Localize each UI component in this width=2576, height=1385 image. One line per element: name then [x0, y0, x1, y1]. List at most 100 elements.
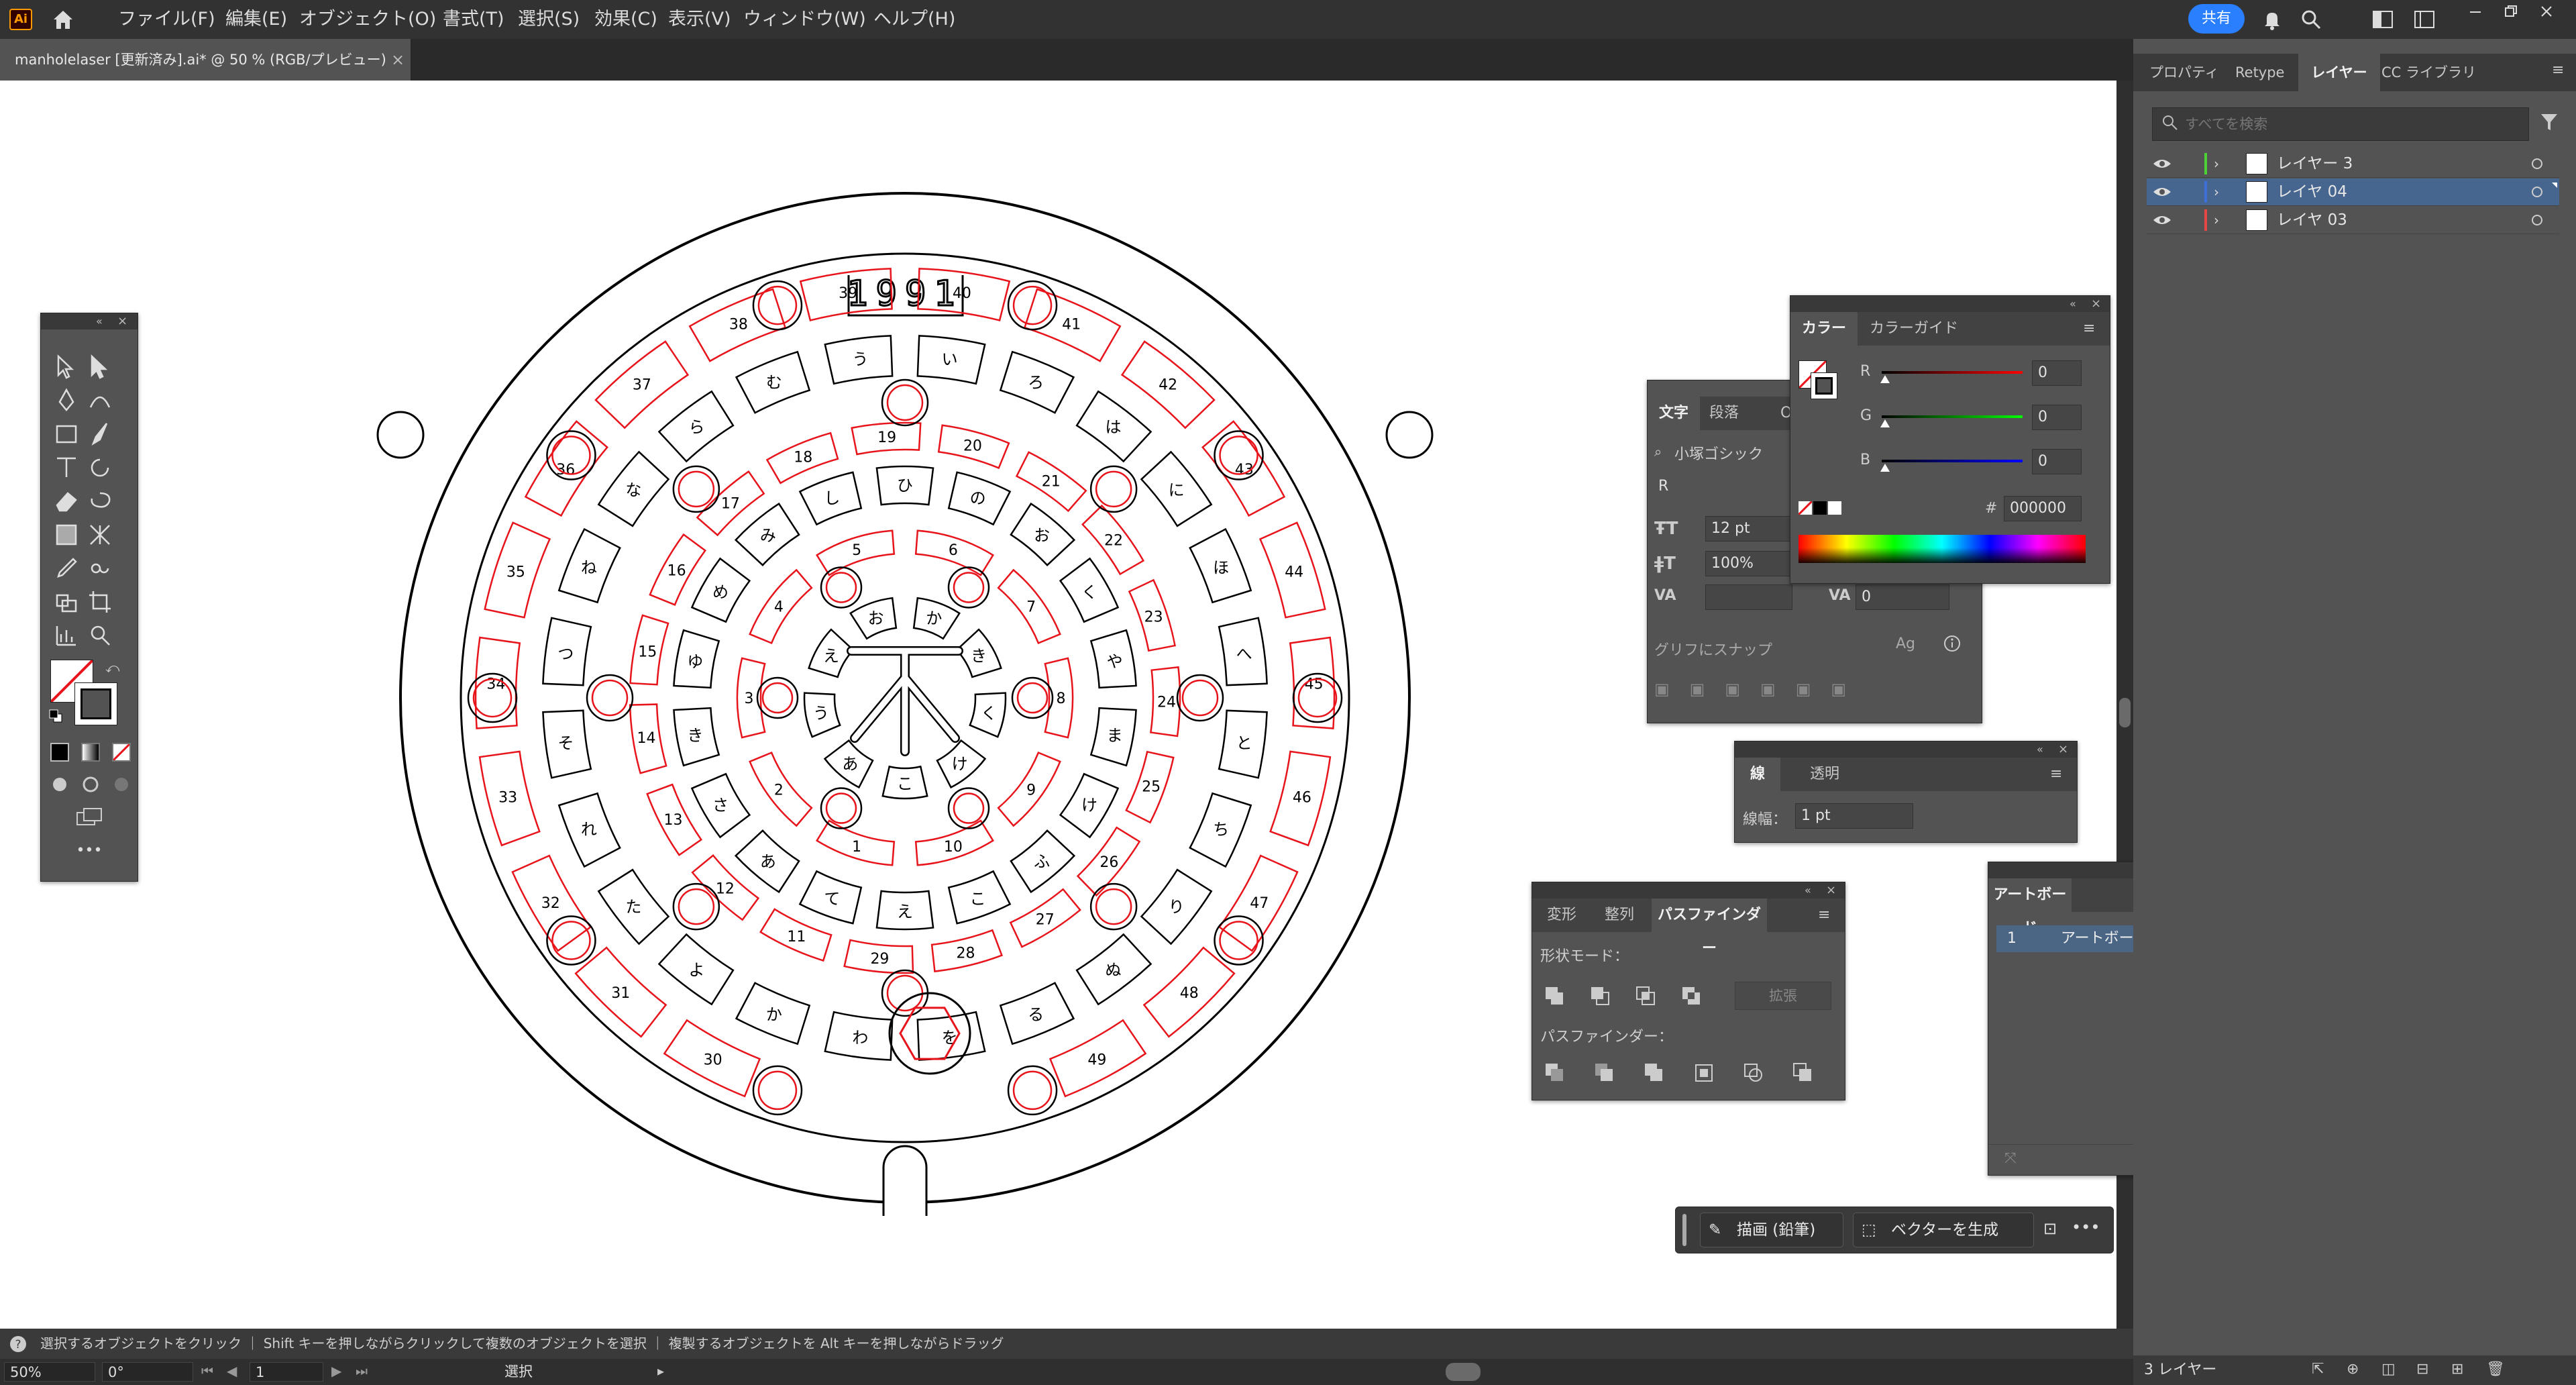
- share-button[interactable]: 共有: [2188, 4, 2245, 34]
- rearrange-icon[interactable]: ⤧: [2004, 1150, 2017, 1167]
- layers-search[interactable]: [2152, 107, 2529, 141]
- color-panel-header[interactable]: « ×: [1790, 296, 2110, 312]
- collapse-icon[interactable]: «: [96, 313, 103, 329]
- visibility-eye-icon[interactable]: [2152, 184, 2172, 200]
- menu-file[interactable]: ファイル(F): [118, 0, 215, 39]
- hole-inner[interactable]: [953, 572, 985, 603]
- last-artboard-icon[interactable]: ⏭: [356, 1363, 368, 1379]
- hole-inner[interactable]: [1095, 888, 1132, 925]
- tracking-field[interactable]: 0: [1856, 584, 1949, 610]
- app-logo[interactable]: Ai: [9, 9, 32, 30]
- zoom-field[interactable]: 50%: [4, 1362, 95, 1382]
- black-color-swatch[interactable]: [1813, 501, 1827, 515]
- tab-properties[interactable]: プロパティ: [2149, 54, 2219, 91]
- target-circle-icon[interactable]: [2532, 187, 2542, 197]
- stroke-swatch-small[interactable]: [1811, 372, 1837, 399]
- expand-layer-icon[interactable]: ›: [2214, 150, 2219, 177]
- swap-fill-stroke-icon[interactable]: ⤺: [105, 660, 119, 676]
- menu-help[interactable]: ヘルプ(H): [873, 0, 955, 39]
- hole-inner[interactable]: [1181, 679, 1219, 717]
- font-search-icon[interactable]: ⌕: [1654, 444, 1662, 460]
- clipping-mask-icon[interactable]: ◫: [2381, 1361, 2396, 1378]
- close-panel-icon[interactable]: ×: [117, 313, 127, 329]
- minimize-icon[interactable]: [2465, 3, 2486, 20]
- menu-view[interactable]: 表示(V): [668, 0, 731, 39]
- close-panel-icon[interactable]: ×: [1826, 882, 1836, 899]
- menu-window[interactable]: ウィンドウ(W): [743, 0, 866, 39]
- visibility-eye-icon[interactable]: [2152, 212, 2172, 228]
- artboard-tool-icon[interactable]: [87, 588, 113, 615]
- menu-object[interactable]: オブジェクト(O): [299, 0, 436, 39]
- hole-outer[interactable]: [672, 465, 720, 513]
- glyph-snap-icons[interactable]: ▣▣▣▣▣▣: [1654, 680, 1866, 699]
- gradient-tool-icon[interactable]: [53, 521, 80, 548]
- tab-color-guide[interactable]: カラーガイド: [1870, 312, 1958, 346]
- white-color-swatch[interactable]: [1828, 501, 1841, 515]
- tab-color[interactable]: カラー: [1790, 312, 1858, 346]
- hole-outer[interactable]: [1089, 882, 1138, 931]
- direct-selection-tool-icon[interactable]: [87, 354, 113, 380]
- close-panel-icon[interactable]: ×: [2091, 296, 2101, 312]
- default-colors-icon[interactable]: [49, 709, 62, 723]
- ai-settings-icon[interactable]: ⊡: [2043, 1219, 2057, 1238]
- draw-normal-icon[interactable]: [50, 775, 69, 794]
- tab-align[interactable]: 整列: [1605, 899, 1634, 932]
- type-tool-icon[interactable]: [53, 454, 80, 481]
- crop-icon[interactable]: [1693, 1062, 1715, 1086]
- arrange-documents-icon[interactable]: [2372, 9, 2394, 30]
- filter-icon[interactable]: [2540, 111, 2559, 133]
- draw-inside-icon[interactable]: [112, 775, 131, 794]
- hole-inner[interactable]: [1012, 1070, 1053, 1111]
- r-value-field[interactable]: 0: [2032, 360, 2082, 386]
- vertical-scroll-thumb[interactable]: [2119, 698, 2131, 727]
- glyph-settings-icon[interactable]: Ag: [1896, 635, 1915, 652]
- expand-button[interactable]: 拡張: [1735, 982, 1831, 1010]
- hex-value-field[interactable]: 000000: [2004, 496, 2082, 521]
- rotation-field[interactable]: 0°: [102, 1362, 193, 1382]
- visibility-eye-icon[interactable]: [2152, 156, 2172, 172]
- hole-inner[interactable]: [886, 974, 924, 1012]
- layers-search-input[interactable]: [2184, 112, 2522, 136]
- hole-inner[interactable]: [761, 682, 794, 714]
- current-tool-label[interactable]: 選択: [504, 1359, 533, 1385]
- generate-vector-button[interactable]: ⬚ ベクターを生成: [1853, 1213, 2034, 1247]
- hole-inner[interactable]: [825, 572, 857, 603]
- r-slider-thumb[interactable]: [1880, 375, 1890, 383]
- artboard-nav-field[interactable]: 1: [250, 1362, 323, 1382]
- color-mode-icon[interactable]: [50, 743, 69, 762]
- unite-icon[interactable]: [1544, 986, 1566, 1010]
- info-icon[interactable]: [1943, 634, 1962, 653]
- font-family-field[interactable]: 小塚ゴシック: [1674, 442, 1763, 464]
- font-size-field[interactable]: 12 pt: [1705, 516, 1792, 542]
- next-artboard-icon[interactable]: ▶: [331, 1363, 341, 1379]
- close-icon[interactable]: [2536, 3, 2557, 20]
- panel-menu-icon[interactable]: ≡: [1818, 907, 1830, 923]
- exclude-icon[interactable]: [1681, 986, 1703, 1010]
- rotate-tool-icon[interactable]: [87, 454, 113, 481]
- horizontal-scrollbar[interactable]: [684, 1362, 2103, 1382]
- selected-art-indicator[interactable]: [2552, 183, 2557, 188]
- none-color-swatch[interactable]: [1797, 500, 1813, 516]
- g-value-field[interactable]: 0: [2032, 405, 2082, 430]
- hole-inner[interactable]: [1095, 470, 1132, 508]
- hole-outer[interactable]: [1089, 465, 1138, 513]
- selection-tool-icon[interactable]: [53, 354, 80, 380]
- g-slider[interactable]: [1882, 415, 2023, 418]
- hole-inner[interactable]: [678, 470, 715, 508]
- stroke-swatch[interactable]: [74, 682, 117, 725]
- blend-tool-icon[interactable]: [87, 555, 113, 582]
- document-tab[interactable]: manholelaser [更新済み].ai* @ 50 % (RGB/プレビュ…: [0, 39, 411, 81]
- menu-type[interactable]: 書式(T): [443, 0, 504, 39]
- collapse-icon[interactable]: «: [2037, 741, 2043, 758]
- tab-layers[interactable]: レイヤー: [2298, 54, 2380, 91]
- curvature-tool-icon[interactable]: [87, 387, 113, 414]
- tab-character[interactable]: 文字: [1648, 397, 1700, 430]
- minus-front-icon[interactable]: [1590, 986, 1611, 1010]
- none-mode-icon[interactable]: [112, 743, 131, 762]
- draw-behind-icon[interactable]: [81, 775, 100, 794]
- hex-nut-ring[interactable]: [888, 992, 971, 1075]
- stroke-width-field[interactable]: 1 pt: [1795, 803, 1913, 829]
- notch-left[interactable]: [376, 411, 425, 459]
- tools-panel-header[interactable]: « ×: [41, 313, 138, 329]
- hole-inner[interactable]: [953, 792, 985, 824]
